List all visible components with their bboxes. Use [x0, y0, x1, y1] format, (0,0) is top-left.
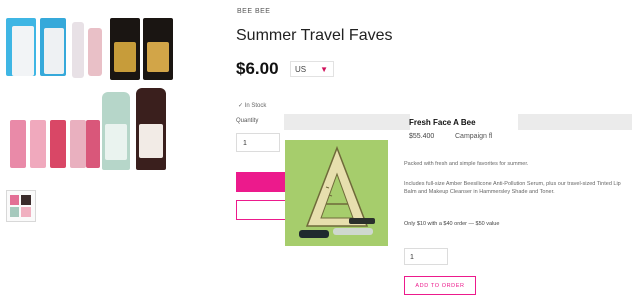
add-to-order-button[interactable]: ADD TO ORDER: [404, 276, 476, 295]
product-box-white-2: [44, 28, 64, 74]
bee-ruler-graphic: [285, 140, 388, 246]
check-icon: ✓: [238, 103, 244, 109]
chevron-down-icon: ▼: [320, 65, 328, 74]
popup-offer-line: Only $10 with a $40 order — $50 value: [404, 221, 500, 227]
product-bottle-pink: [88, 28, 102, 76]
product-jar-gold-label-2: [147, 42, 169, 72]
product-tube-pink-1: [10, 120, 26, 168]
popup-description-2: Includes full-size Amber Beesilicone Ant…: [404, 181, 621, 195]
popup-product-image[interactable]: [285, 140, 388, 246]
popup-campaign-link[interactable]: Campaign fl: [455, 133, 492, 140]
product-tube-pink-2: [30, 120, 46, 168]
currency-value: US: [295, 65, 307, 74]
stock-text: In Stock: [244, 103, 267, 109]
quantity-input[interactable]: 1: [236, 133, 280, 152]
product-brand: BEE BEE: [237, 8, 271, 15]
product-deodorant-brown-label: [139, 124, 163, 158]
product-tube-rose: [70, 120, 86, 168]
stock-status: ✓ In Stock: [238, 102, 266, 109]
currency-select[interactable]: US ▼: [290, 61, 334, 77]
product-tube-red: [50, 120, 66, 168]
product-deodorant-mint-label: [105, 124, 127, 160]
popup-price: $55.400: [409, 133, 435, 140]
product-box-white: [12, 26, 34, 76]
quantity-label: Quantity: [236, 118, 259, 124]
popup-quantity-input[interactable]: 1: [404, 248, 448, 265]
product-main-image[interactable]: [0, 0, 178, 182]
product-thumbnail[interactable]: [6, 190, 36, 222]
product-price: $6.00: [236, 59, 279, 78]
product-jar-gold-label: [114, 42, 136, 72]
popup-description-1: Packed with fresh and simple favorites f…: [404, 161, 529, 167]
product-title: Summer Travel Faves: [236, 27, 393, 44]
product-bottle-clear: [72, 22, 84, 78]
popup-title: Fresh Face A Bee: [409, 118, 476, 127]
product-tube-berry: [86, 120, 100, 168]
